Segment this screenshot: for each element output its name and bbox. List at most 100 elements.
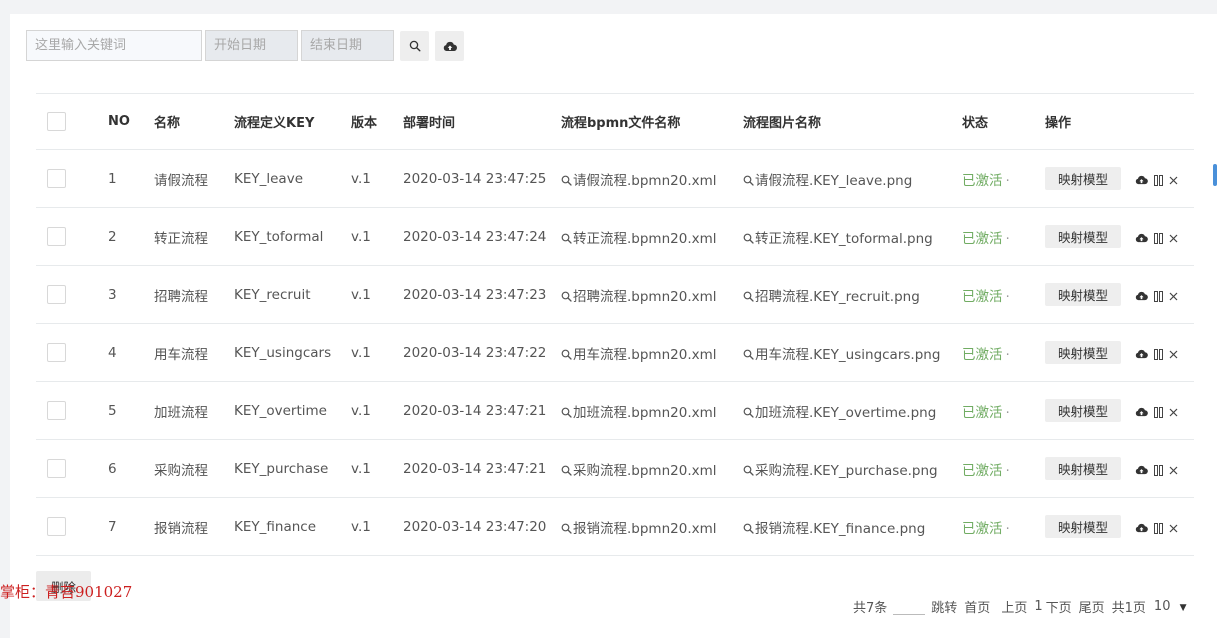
pause-icon[interactable] <box>1154 290 1164 302</box>
map-model-button[interactable]: 映射模型 <box>1045 225 1122 248</box>
search-icon <box>561 349 572 360</box>
image-file-cell: 采购流程.KEY_purchase.png <box>743 439 962 498</box>
row-checkbox[interactable] <box>47 169 66 188</box>
cloud-upload-icon[interactable] <box>1135 175 1148 185</box>
status-toggle[interactable]: · <box>1006 173 1010 189</box>
row-action-icons <box>1135 348 1178 360</box>
map-model-button[interactable]: 映射模型 <box>1045 283 1122 306</box>
end-date-input[interactable] <box>301 30 394 61</box>
process-version: v.1 <box>351 497 403 556</box>
pause-icon[interactable] <box>1154 464 1164 476</box>
pause-icon[interactable] <box>1154 174 1164 186</box>
map-model-button[interactable]: 映射模型 <box>1045 341 1122 364</box>
upload-button[interactable] <box>435 31 464 61</box>
image-file-cell: 请假流程.KEY_leave.png <box>743 149 962 208</box>
cloud-upload-icon[interactable] <box>1135 349 1148 359</box>
pause-icon[interactable] <box>1154 232 1164 244</box>
close-icon[interactable] <box>1169 466 1178 475</box>
close-icon[interactable] <box>1169 408 1178 417</box>
image-file-link[interactable]: 报销流程.KEY_finance.png <box>743 521 925 537</box>
keyword-input[interactable] <box>26 30 202 61</box>
scroll-indicator[interactable] <box>1213 164 1217 186</box>
search-button[interactable] <box>400 31 429 61</box>
process-key: KEY_overtime <box>234 381 351 440</box>
next-page-link[interactable]: 下页 <box>1046 597 1072 616</box>
process-version: v.1 <box>351 439 403 498</box>
map-model-button[interactable]: 映射模型 <box>1045 399 1122 422</box>
close-icon[interactable] <box>1169 234 1178 243</box>
jump-page-input[interactable] <box>893 597 926 615</box>
close-icon[interactable] <box>1169 350 1178 359</box>
status-toggle[interactable]: · <box>1006 231 1010 247</box>
cloud-upload-icon[interactable] <box>1135 233 1148 243</box>
process-name: 报销流程 <box>154 497 234 556</box>
search-icon <box>743 291 754 302</box>
row-checkbox[interactable] <box>47 401 66 420</box>
bpmn-file-link[interactable]: 请假流程.bpmn20.xml <box>561 173 717 189</box>
process-name: 加班流程 <box>154 381 234 440</box>
prev-page-link[interactable]: 上页 <box>1001 597 1027 616</box>
bpmn-file-link[interactable]: 用车流程.bpmn20.xml <box>561 347 717 363</box>
pause-icon[interactable] <box>1154 406 1164 418</box>
page-size-select[interactable]: 10 ▼ <box>1154 599 1187 614</box>
bpmn-file-cell: 用车流程.bpmn20.xml <box>561 323 743 382</box>
jump-button[interactable]: 跳转 <box>931 597 957 616</box>
row-checkbox[interactable] <box>47 459 66 478</box>
image-file-link[interactable]: 请假流程.KEY_leave.png <box>743 173 912 189</box>
row-checkbox[interactable] <box>47 227 66 246</box>
row-number: 3 <box>108 265 154 324</box>
close-icon[interactable] <box>1169 176 1178 185</box>
process-version: v.1 <box>351 265 403 324</box>
pause-icon[interactable] <box>1154 348 1164 360</box>
cloud-upload-icon[interactable] <box>1135 523 1148 533</box>
search-icon <box>743 349 754 360</box>
row-select-cell <box>36 149 108 208</box>
status-toggle[interactable]: · <box>1006 289 1010 305</box>
bpmn-file-cell: 加班流程.bpmn20.xml <box>561 381 743 440</box>
status-toggle[interactable]: · <box>1006 463 1010 479</box>
bpmn-file-link[interactable]: 转正流程.bpmn20.xml <box>561 231 717 247</box>
cloud-upload-icon[interactable] <box>1135 407 1148 417</box>
close-icon[interactable] <box>1169 292 1178 301</box>
bpmn-file-link[interactable]: 采购流程.bpmn20.xml <box>561 463 717 479</box>
status-label: 已激活 <box>962 346 1003 363</box>
image-file-link[interactable]: 招聘流程.KEY_recruit.png <box>743 289 920 305</box>
status-toggle[interactable]: · <box>1006 347 1010 363</box>
status-toggle[interactable]: · <box>1006 405 1010 421</box>
image-file-link[interactable]: 加班流程.KEY_overtime.png <box>743 405 936 421</box>
deploy-time: 2020-03-14 23:47:22 <box>403 323 561 382</box>
map-model-button[interactable]: 映射模型 <box>1045 457 1122 480</box>
bpmn-file-link[interactable]: 报销流程.bpmn20.xml <box>561 521 717 537</box>
bpmn-file-name: 报销流程.bpmn20.xml <box>573 520 717 537</box>
image-file-name: 采购流程.KEY_purchase.png <box>755 462 938 479</box>
last-page-link[interactable]: 尾页 <box>1079 597 1105 616</box>
column-header: 名称 <box>154 93 234 150</box>
row-number: 6 <box>108 439 154 498</box>
row-checkbox[interactable] <box>47 285 66 304</box>
cloud-upload-icon[interactable] <box>1135 291 1148 301</box>
row-number: 5 <box>108 381 154 440</box>
row-checkbox[interactable] <box>47 517 66 536</box>
status-toggle[interactable]: · <box>1006 521 1010 537</box>
bpmn-file-cell: 招聘流程.bpmn20.xml <box>561 265 743 324</box>
bpmn-file-link[interactable]: 招聘流程.bpmn20.xml <box>561 289 717 305</box>
image-file-link[interactable]: 转正流程.KEY_toformal.png <box>743 231 933 247</box>
image-file-link[interactable]: 采购流程.KEY_purchase.png <box>743 463 938 479</box>
process-key: KEY_leave <box>234 149 351 208</box>
pause-icon[interactable] <box>1154 522 1164 534</box>
map-model-button[interactable]: 映射模型 <box>1045 167 1122 190</box>
close-icon[interactable] <box>1169 524 1178 533</box>
select-all-checkbox[interactable] <box>47 112 66 131</box>
row-checkbox[interactable] <box>47 343 66 362</box>
search-icon <box>743 175 754 186</box>
bpmn-file-name: 用车流程.bpmn20.xml <box>573 346 717 363</box>
row-action-icons <box>1135 522 1178 534</box>
bpmn-file-link[interactable]: 加班流程.bpmn20.xml <box>561 405 717 421</box>
row-action-icons <box>1135 232 1178 244</box>
cloud-upload-icon[interactable] <box>1135 465 1148 475</box>
total-count: 共7条 <box>853 600 888 616</box>
first-page-link[interactable]: 首页 <box>964 597 990 616</box>
image-file-link[interactable]: 用车流程.KEY_usingcars.png <box>743 347 940 363</box>
start-date-input[interactable] <box>205 30 298 61</box>
map-model-button[interactable]: 映射模型 <box>1045 515 1122 538</box>
